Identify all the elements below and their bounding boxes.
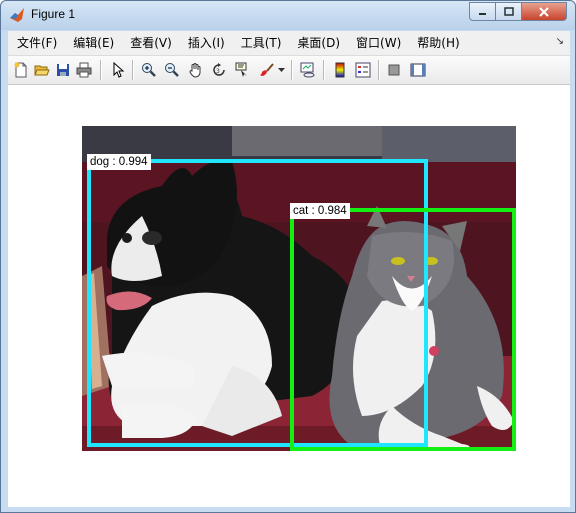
menu-window[interactable]: 窗口(W): [348, 32, 409, 54]
toolbar-separator: [132, 60, 134, 80]
svg-text:3: 3: [216, 68, 220, 75]
zoom-out-icon[interactable]: [163, 61, 181, 79]
detection-image: dog : 0.994 cat : 0.984: [82, 126, 516, 451]
maximize-icon: [503, 7, 514, 16]
print-icon[interactable]: [75, 61, 93, 79]
link-plot-icon[interactable]: [299, 61, 317, 79]
dog-detection-label: dog : 0.994: [87, 154, 151, 170]
toolbar-separator: [100, 60, 102, 80]
colorbar-icon[interactable]: [331, 61, 349, 79]
menu-edit[interactable]: 编辑(E): [65, 32, 122, 54]
menu-insert[interactable]: 插入(I): [180, 32, 233, 54]
save-icon[interactable]: [54, 61, 72, 79]
brush-icon[interactable]: [258, 61, 276, 79]
close-button[interactable]: [521, 2, 567, 21]
figure-toolbar: 3: [8, 56, 570, 85]
data-cursor-icon[interactable]: [234, 61, 252, 79]
figure-canvas[interactable]: dog : 0.994 cat : 0.984: [8, 85, 570, 507]
minimize-button[interactable]: [469, 2, 496, 21]
matlab-logo-icon: [10, 8, 24, 22]
window-title: Figure 1: [31, 7, 76, 21]
show-plot-tools-icon[interactable]: [409, 61, 427, 79]
toolbar-separator: [291, 60, 293, 80]
rotate-3d-icon[interactable]: 3: [210, 61, 228, 79]
legend-icon[interactable]: [354, 61, 372, 79]
open-file-icon[interactable]: [33, 61, 51, 79]
menu-desktop[interactable]: 桌面(D): [289, 32, 348, 54]
maximize-button[interactable]: [495, 2, 522, 21]
menu-bar: 文件(F) 编辑(E) 查看(V) 插入(I) 工具(T) 桌面(D) 窗口(W…: [8, 31, 570, 56]
menu-view[interactable]: 查看(V): [122, 32, 180, 54]
toolbar-separator: [323, 60, 325, 80]
minimize-icon: [479, 13, 486, 15]
new-figure-icon[interactable]: [12, 61, 30, 79]
zoom-in-icon[interactable]: [140, 61, 158, 79]
pan-hand-icon[interactable]: [187, 61, 205, 79]
hide-plot-tools-icon[interactable]: [385, 61, 403, 79]
title-bar[interactable]: Figure 1: [1, 1, 575, 30]
dock-arrow-icon[interactable]: ↘: [556, 36, 564, 47]
menu-help[interactable]: 帮助(H): [409, 32, 467, 54]
menu-file[interactable]: 文件(F): [9, 32, 65, 54]
cat-detection-label: cat : 0.984: [290, 203, 350, 219]
edit-plot-arrow-icon[interactable]: [109, 61, 127, 79]
menu-tools[interactable]: 工具(T): [233, 32, 290, 54]
toolbar-separator: [378, 60, 380, 80]
brush-dropdown-icon[interactable]: [276, 61, 286, 79]
cat-detection-box: [290, 208, 516, 451]
close-icon: [539, 6, 549, 17]
figure-window: Figure 1 文件(F) 编辑(E) 查看(V) 插入(I) 工具(T) 桌…: [0, 0, 576, 513]
